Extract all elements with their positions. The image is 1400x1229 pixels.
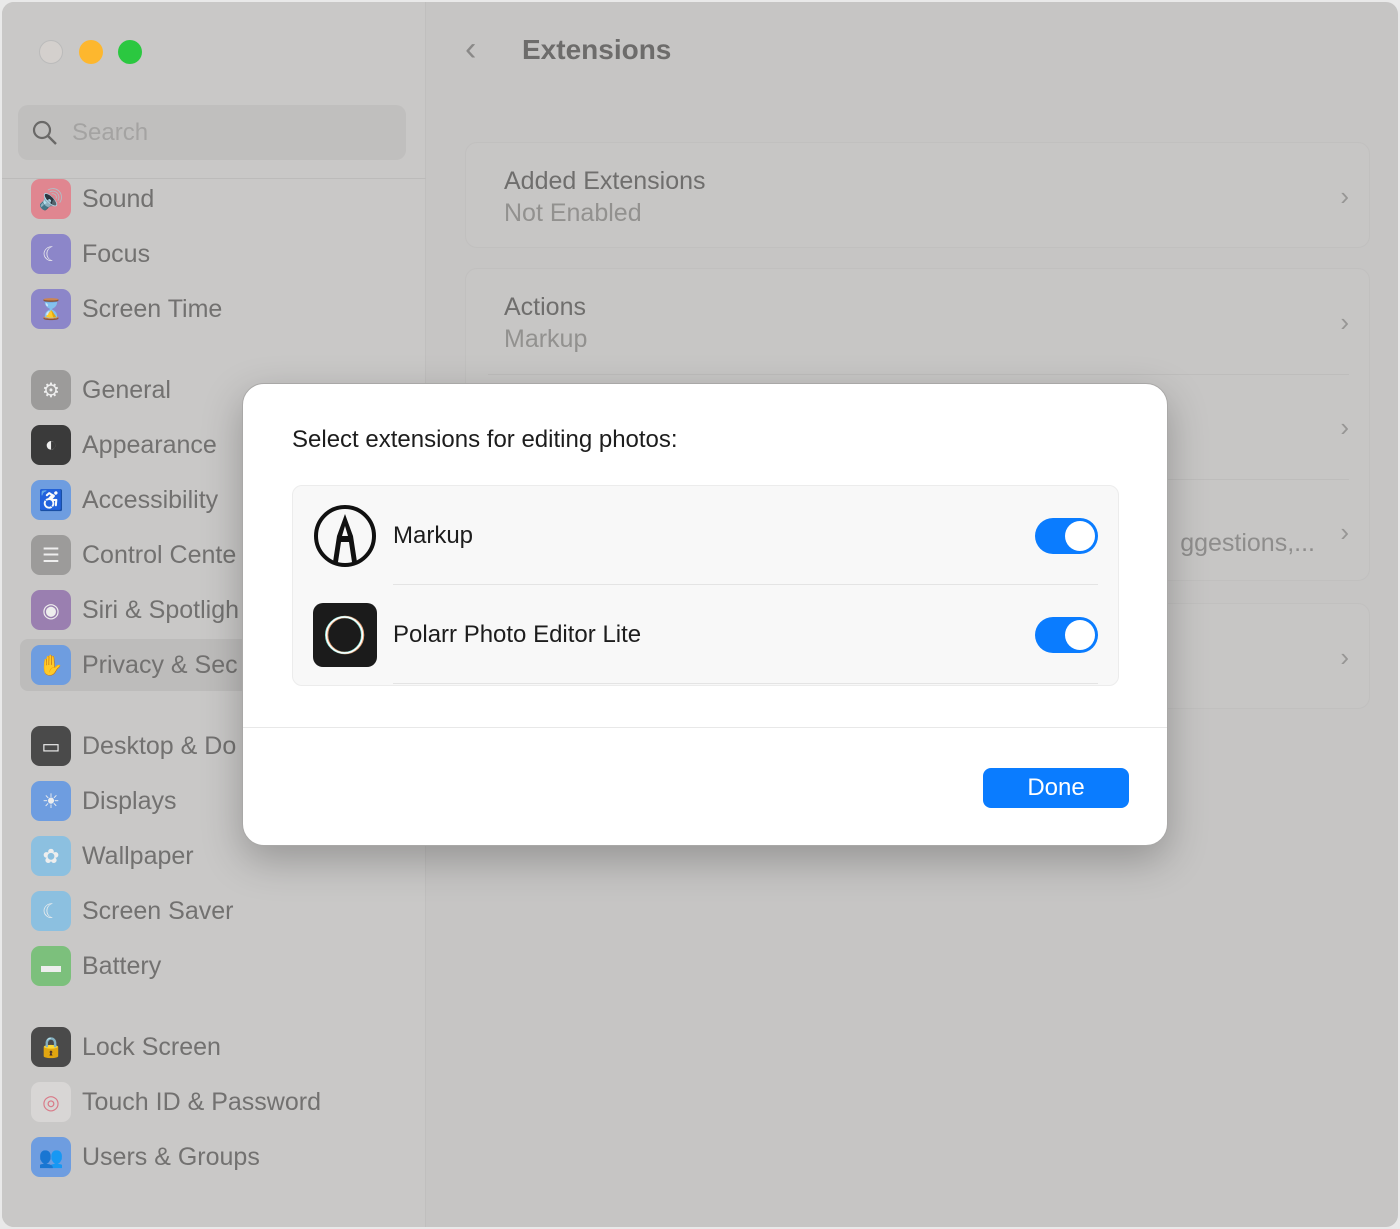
sidebar-item-wallpaper[interactable]: ✿ Wallpaper <box>20 830 250 882</box>
markup-toggle[interactable] <box>1035 518 1098 554</box>
appearance-icon: ◐ <box>31 425 71 465</box>
sidebar-item-label: Touch ID & Password <box>82 1087 321 1116</box>
list-item: Markup <box>293 486 1118 585</box>
sidebar-item-label: Screen Saver <box>82 896 234 925</box>
sidebar-item-label: Sound <box>82 184 155 213</box>
polarr-toggle[interactable] <box>1035 617 1098 653</box>
sidebar-item-desktop-do[interactable]: ▭ Desktop & Do <box>20 720 250 772</box>
minimize-button[interactable] <box>79 40 103 64</box>
close-button[interactable] <box>39 40 63 64</box>
list-item: Polarr Photo Editor Lite <box>293 585 1118 684</box>
sidebar-item-users-groups[interactable]: 👥 Users & Groups <box>20 1131 260 1183</box>
extension-name: Markup <box>393 521 474 549</box>
sidebar-item-label: Users & Groups <box>82 1142 260 1171</box>
gear-icon: ⚙ <box>31 370 71 410</box>
sidebar-item-label: Desktop & Do <box>82 731 237 760</box>
sidebar-item-label: Battery <box>82 951 162 980</box>
sidebar-item-label: General <box>82 375 171 404</box>
divider <box>393 683 1098 684</box>
done-button[interactable]: Done <box>983 768 1129 808</box>
sidebar-item-label: Accessibility <box>82 485 219 514</box>
back-chevron-icon[interactable]: ‹ <box>465 30 476 69</box>
users-icon: 👥 <box>31 1137 71 1177</box>
chevron-right-icon: › <box>1340 181 1349 211</box>
hand-icon: ✋ <box>31 645 71 685</box>
sidebar-item-general[interactable]: ⚙ General <box>20 364 250 416</box>
chevron-right-icon: › <box>1340 642 1349 672</box>
card-subtitle: Not Enabled <box>504 199 642 227</box>
accessibility-icon: ♿ <box>31 480 71 520</box>
sidebar-item-label: Wallpaper <box>82 841 194 870</box>
sidebar-item-screen-time[interactable]: ⌛ Screen Time <box>20 283 250 335</box>
battery-icon: ▬ <box>31 946 71 986</box>
sidebar-item-accessibility[interactable]: ♿ Accessibility <box>20 474 250 526</box>
sidebar-item-label: Appearance <box>82 430 217 459</box>
sidebar-item-label: Control Cente <box>82 540 237 569</box>
sidebar-item-touch-id-password[interactable]: ◎ Touch ID & Password <box>20 1076 321 1128</box>
zoom-button[interactable] <box>118 40 142 64</box>
siri-icon: ◉ <box>31 590 71 630</box>
control-center-icon: ☰ <box>31 535 71 575</box>
sidebar-item-displays[interactable]: ☀ Displays <box>20 775 250 827</box>
sidebar-item-siri-spotligh[interactable]: ◉ Siri & Spotligh <box>20 584 250 636</box>
sun-icon: ☀ <box>31 781 71 821</box>
search-input[interactable]: Search <box>18 105 406 160</box>
moon-icon: ☾ <box>31 234 71 274</box>
added-extensions-card[interactable]: Added Extensions Not Enabled › <box>465 142 1370 248</box>
sidebar-item-focus[interactable]: ☾ Focus <box>20 228 250 280</box>
flower-icon: ✿ <box>31 836 71 876</box>
sidebar-item-label: Focus <box>82 239 151 268</box>
card-subtitle: Markup <box>504 325 588 353</box>
hourglass-icon: ⌛ <box>31 289 71 329</box>
sidebar-item-control-cente[interactable]: ☰ Control Cente <box>20 529 250 581</box>
lock-icon: 🔒 <box>31 1027 71 1067</box>
screensaver-icon: ☾ <box>31 891 71 931</box>
sidebar-item-lock-screen[interactable]: 🔒 Lock Screen <box>20 1021 250 1073</box>
extensions-dialog: Select extensions for editing photos: Ma… <box>242 383 1168 846</box>
footer-divider <box>243 727 1167 728</box>
page-title: Extensions <box>522 34 672 65</box>
dialog-title: Select extensions for editing photos: <box>292 426 678 453</box>
speaker-icon: 🔊 <box>31 179 71 219</box>
sidebar-item-label: Privacy & Sec <box>82 650 238 679</box>
sidebar-item-label: Lock Screen <box>82 1032 221 1061</box>
sidebar-item-appearance[interactable]: ◐ Appearance <box>20 419 250 471</box>
card-title: Added Extensions <box>504 167 706 195</box>
search-placeholder: Search <box>72 118 149 146</box>
chevron-right-icon: › <box>1340 307 1349 337</box>
actions-row[interactable]: Actions Markup › <box>466 269 1369 374</box>
sidebar-item-screen-saver[interactable]: ☾ Screen Saver <box>20 885 250 937</box>
chevron-right-icon: › <box>1340 517 1349 547</box>
card-title: Actions <box>504 293 586 321</box>
sidebar-item-label: Displays <box>82 786 177 815</box>
extension-name: Polarr Photo Editor Lite <box>393 620 642 648</box>
search-icon <box>32 120 57 145</box>
row-subtitle: ggestions,... <box>1180 529 1315 557</box>
sidebar-item-privacy-sec[interactable]: ✋ Privacy & Sec <box>20 639 250 691</box>
desktop-icon: ▭ <box>31 726 71 766</box>
markup-icon <box>314 504 376 567</box>
extensions-list: Markup Polarr Photo Editor Lite <box>292 485 1119 686</box>
sidebar-item-label: Screen Time <box>82 294 223 323</box>
polarr-icon <box>313 602 377 667</box>
fingerprint-icon: ◎ <box>31 1082 71 1122</box>
sidebar-item-label: Siri & Spotligh <box>82 595 240 624</box>
sidebar-item-battery[interactable]: ▬ Battery <box>20 940 250 992</box>
sidebar-item-sound[interactable]: 🔊 Sound <box>20 173 250 225</box>
chevron-right-icon: › <box>1340 412 1349 442</box>
